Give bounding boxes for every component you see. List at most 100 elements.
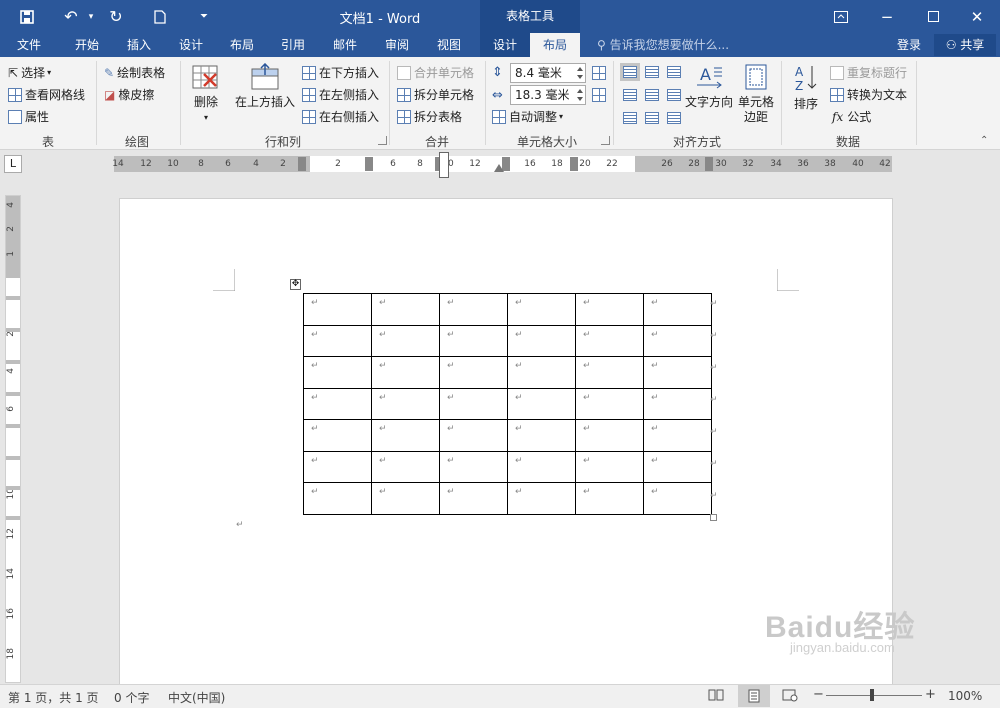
table-cell[interactable]: ↵ <box>575 450 644 483</box>
row-marker-icon[interactable] <box>6 296 20 300</box>
rows-cols-launcher-icon[interactable] <box>378 136 387 145</box>
column-marker-icon[interactable] <box>705 157 713 171</box>
tab-home[interactable]: 开始 <box>64 33 110 57</box>
table-cell[interactable]: ↵ <box>371 356 440 389</box>
eraser-button[interactable]: ◪ 橡皮擦 <box>104 85 154 105</box>
table-cell[interactable]: ↵ <box>507 482 576 515</box>
sort-button[interactable]: AZ 排序 <box>788 63 824 112</box>
table-cell[interactable]: ↵ <box>643 356 712 389</box>
tab-references[interactable]: 引用 <box>270 33 316 57</box>
redo-icon[interactable]: ↻ <box>103 0 129 33</box>
table-cell[interactable]: ↵ <box>439 482 508 515</box>
table-cell[interactable]: ↵ <box>303 419 372 452</box>
close-icon[interactable]: ✕ <box>954 0 1000 33</box>
select-button[interactable]: ⇱ 选择 ▾ <box>8 63 51 83</box>
row-marker-icon[interactable] <box>6 486 20 490</box>
table-cell[interactable]: ↵ <box>507 387 576 420</box>
table-cell[interactable]: ↵ <box>303 356 372 389</box>
collapse-ribbon-icon[interactable]: ⌃ <box>980 135 988 146</box>
insert-below-button[interactable]: 在下方插入 <box>302 63 379 83</box>
row-height-input[interactable]: 8.4 毫米 <box>510 63 586 83</box>
tab-review[interactable]: 审阅 <box>374 33 420 57</box>
tab-layout[interactable]: 布局 <box>219 33 265 57</box>
table-cell[interactable]: ↵ <box>575 356 644 389</box>
autofit-button[interactable]: 自动调整 ▾ <box>492 107 563 127</box>
zoom-level[interactable]: 100% <box>948 689 982 703</box>
convert-to-text-button[interactable]: 转换为文本 <box>830 85 907 105</box>
align-bottom-center-icon[interactable] <box>642 109 662 127</box>
split-cells-button[interactable]: 拆分单元格 <box>397 85 474 105</box>
tab-table-layout[interactable]: 布局 <box>530 33 580 57</box>
language-indicator[interactable]: 中文(中国) <box>168 689 225 706</box>
column-marker-icon[interactable] <box>365 157 373 171</box>
table-cell[interactable]: ↵ <box>439 356 508 389</box>
table-cell[interactable]: ↵ <box>439 324 508 357</box>
align-bottom-right-icon[interactable] <box>664 109 684 127</box>
zoom-slider[interactable] <box>826 695 922 696</box>
hanging-indent-icon[interactable] <box>494 164 504 172</box>
align-top-right-icon[interactable] <box>664 63 684 81</box>
align-middle-right-icon[interactable] <box>664 86 684 104</box>
table-cell[interactable]: ↵ <box>507 356 576 389</box>
tab-table-design[interactable]: 设计 <box>480 33 530 57</box>
align-top-center-icon[interactable] <box>642 63 662 81</box>
table-cell[interactable]: ↵ <box>643 293 712 326</box>
zoom-in-icon[interactable]: + <box>925 687 936 702</box>
ribbon-display-options-icon[interactable] <box>818 0 864 33</box>
table-cell[interactable]: ↵ <box>575 387 644 420</box>
tell-me-box[interactable]: ⚲ 告诉我您想要做什么... <box>597 33 729 57</box>
column-width-input[interactable]: 18.3 毫米 <box>510 85 586 105</box>
tab-selector-icon[interactable]: L <box>4 155 22 173</box>
web-layout-icon[interactable] <box>782 688 798 705</box>
table-cell[interactable]: ↵ <box>371 324 440 357</box>
view-gridlines-button[interactable]: 查看网格线 <box>8 85 85 105</box>
table-cell[interactable]: ↵ <box>371 387 440 420</box>
table-cell[interactable]: ↵ <box>303 482 372 515</box>
table-cell[interactable]: ↵ <box>439 450 508 483</box>
table-cell[interactable]: ↵ <box>643 450 712 483</box>
table-cell[interactable]: ↵ <box>371 482 440 515</box>
indent-marker-icon[interactable] <box>439 152 449 178</box>
maximize-icon[interactable] <box>910 0 956 33</box>
table-cell[interactable]: ↵ <box>575 482 644 515</box>
table-move-handle-icon[interactable]: ✥ <box>290 279 301 290</box>
cell-margins-button[interactable]: 单元格 边距 <box>736 63 776 125</box>
table-cell[interactable]: ↵ <box>439 419 508 452</box>
merge-cells-button[interactable]: 合并单元格 <box>397 63 474 83</box>
column-marker-icon[interactable] <box>298 157 306 171</box>
table-cell[interactable]: ↵ <box>575 419 644 452</box>
table-resize-handle-icon[interactable] <box>710 514 717 521</box>
table-cell[interactable]: ↵ <box>303 293 372 326</box>
insert-left-button[interactable]: 在左侧插入 <box>302 85 379 105</box>
table-cell[interactable]: ↵ <box>303 387 372 420</box>
word-count[interactable]: 0 个字 <box>114 689 149 706</box>
table-cell[interactable]: ↵ <box>371 293 440 326</box>
page-count[interactable]: 第 1 页，共 1 页 <box>8 689 99 706</box>
formula-button[interactable]: fx 公式 <box>830 107 871 127</box>
align-top-left-icon[interactable] <box>620 63 640 81</box>
align-bottom-left-icon[interactable] <box>620 109 640 127</box>
row-marker-icon[interactable] <box>6 516 20 520</box>
table-cell[interactable]: ↵ <box>507 324 576 357</box>
table-cell[interactable]: ↵ <box>439 293 508 326</box>
table-cell[interactable]: ↵ <box>303 324 372 357</box>
row-marker-icon[interactable] <box>6 392 20 396</box>
text-direction-button[interactable]: A 文字方向 <box>684 63 734 110</box>
tab-mailings[interactable]: 邮件 <box>322 33 368 57</box>
table-cell[interactable]: ↵ <box>643 419 712 452</box>
align-middle-center-icon[interactable] <box>642 86 662 104</box>
row-marker-icon[interactable] <box>6 424 20 428</box>
save-icon[interactable] <box>14 0 40 33</box>
table-cell[interactable]: ↵ <box>507 419 576 452</box>
delete-button[interactable]: 删除 ▾ <box>186 63 226 125</box>
insert-right-button[interactable]: 在右侧插入 <box>302 107 379 127</box>
print-layout-icon[interactable] <box>738 685 770 707</box>
distribute-columns-icon[interactable] <box>592 88 606 102</box>
table-cell[interactable]: ↵ <box>439 387 508 420</box>
zoom-slider-thumb[interactable] <box>870 689 874 701</box>
tab-file[interactable]: 文件 <box>6 33 52 57</box>
zoom-out-icon[interactable]: − <box>813 687 824 702</box>
share-button[interactable]: ⚇ 共享 <box>934 34 996 56</box>
table-cell[interactable]: ↵ <box>371 450 440 483</box>
row-marker-icon[interactable] <box>6 456 20 460</box>
